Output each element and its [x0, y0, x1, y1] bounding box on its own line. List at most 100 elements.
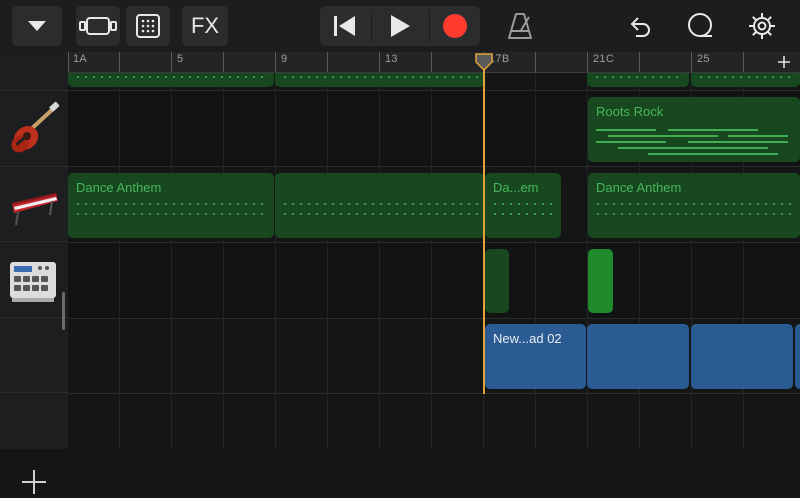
playhead-icon	[475, 53, 493, 72]
bar-label: 1A	[73, 53, 88, 65]
gear-icon	[749, 13, 775, 39]
bar-tick	[743, 52, 744, 72]
midi-region-dance-anthem[interactable]	[275, 173, 485, 238]
browser-menu-button[interactable]	[12, 6, 62, 46]
bar-tick	[171, 52, 172, 72]
control-bar: FX	[0, 0, 800, 52]
plus-icon	[22, 470, 46, 494]
undo-icon	[630, 17, 650, 37]
note-bars	[728, 135, 788, 137]
add-track-button[interactable]	[18, 466, 50, 498]
note-dots	[74, 76, 268, 78]
grid-line	[171, 73, 172, 449]
bar-label: 9	[281, 53, 288, 65]
note-dots	[281, 203, 479, 205]
metronome-button[interactable]	[500, 6, 540, 46]
track-header-guitar[interactable]	[6, 100, 62, 156]
bar-tick	[639, 52, 640, 72]
note-dots	[74, 203, 268, 205]
loop-browser-button[interactable]	[680, 6, 720, 46]
scroll-indicator[interactable]	[62, 292, 65, 330]
note-bars	[596, 129, 656, 131]
metronome-icon	[508, 13, 532, 39]
audio-region-loop[interactable]	[587, 324, 689, 389]
drum-region-selected[interactable]	[588, 249, 613, 313]
bar-tick	[327, 52, 328, 72]
drum-machine-icon	[10, 262, 56, 302]
bar-tick	[587, 52, 588, 72]
midi-region-dance-anthem-short[interactable]: Da...em	[485, 173, 561, 238]
note-bars	[618, 147, 768, 149]
track-header-keyboard[interactable]	[6, 177, 62, 233]
audio-region-loop[interactable]	[691, 324, 793, 389]
region-label: Dance Anthem	[76, 180, 162, 195]
grid-line	[431, 73, 432, 449]
note-dots	[697, 76, 794, 78]
note-bars	[648, 153, 778, 155]
midi-region[interactable]	[587, 73, 689, 87]
drum-region[interactable]	[485, 249, 509, 313]
tracks-area[interactable]: Roots Rock Dance Anthem Da...em Dance An…	[68, 73, 800, 449]
bar-label: 21C	[593, 53, 615, 65]
note-dots	[594, 203, 794, 205]
bar-tick	[691, 52, 692, 72]
divider	[0, 241, 68, 242]
divider	[0, 166, 68, 167]
note-bars	[596, 141, 666, 143]
smart-controls-button[interactable]	[126, 6, 170, 46]
plus-icon	[778, 56, 790, 68]
chevron-down-icon	[28, 21, 46, 31]
region-label: New...ad 02	[493, 331, 562, 346]
divider	[0, 317, 68, 318]
grid-line	[275, 73, 276, 449]
timeline-ruler[interactable]: 1A 5 9 13 17B 21C 25	[68, 52, 800, 73]
bar-tick	[275, 52, 276, 72]
play-button[interactable]	[372, 6, 428, 46]
note-dots	[593, 76, 683, 78]
midi-region-roots-rock[interactable]: Roots Rock	[588, 97, 800, 162]
tracks-view-icon	[79, 17, 117, 35]
add-section-button[interactable]	[768, 52, 800, 72]
grid-line	[379, 73, 380, 449]
bar-tick	[431, 52, 432, 72]
note-dots	[594, 213, 794, 215]
playhead-handle[interactable]	[474, 53, 494, 72]
skip-back-icon	[334, 16, 355, 36]
fx-label: FX	[190, 13, 220, 38]
record-icon	[443, 14, 467, 38]
play-icon	[391, 15, 410, 37]
undo-button[interactable]	[620, 6, 660, 46]
region-label: Roots Rock	[596, 104, 664, 119]
midi-region-dance-anthem[interactable]: Dance Anthem	[68, 173, 274, 238]
audio-region[interactable]: New...ad 02	[485, 324, 586, 389]
region-label: Da...em	[493, 180, 539, 195]
guitar-icon	[11, 101, 60, 153]
smart-controls-icon	[136, 14, 160, 38]
bar-label: 13	[385, 53, 398, 65]
bar-tick	[223, 52, 224, 72]
note-bars	[668, 129, 758, 131]
midi-region[interactable]	[68, 73, 274, 87]
record-button[interactable]	[430, 6, 480, 46]
audio-region-loop[interactable]	[795, 324, 800, 389]
bar-tick	[68, 52, 69, 72]
go-to-beginning-button[interactable]	[320, 6, 370, 46]
tracks-view-button[interactable]	[76, 6, 120, 46]
midi-region[interactable]	[691, 73, 800, 87]
note-bars	[608, 135, 718, 137]
track-headers	[0, 52, 68, 494]
note-dots	[74, 213, 268, 215]
fx-button[interactable]: FX	[182, 6, 228, 46]
grid-line	[327, 73, 328, 449]
divider	[0, 90, 68, 91]
note-dots	[491, 213, 555, 215]
note-bars	[688, 141, 788, 143]
midi-region-dance-anthem[interactable]: Dance Anthem	[588, 173, 800, 238]
grid-line	[119, 73, 120, 449]
settings-button[interactable]	[742, 6, 782, 46]
playhead-line	[483, 62, 485, 394]
grid-line	[535, 73, 536, 449]
track-header-drum-machine[interactable]	[6, 254, 62, 310]
midi-region[interactable]	[275, 73, 485, 87]
region-label: Dance Anthem	[596, 180, 682, 195]
